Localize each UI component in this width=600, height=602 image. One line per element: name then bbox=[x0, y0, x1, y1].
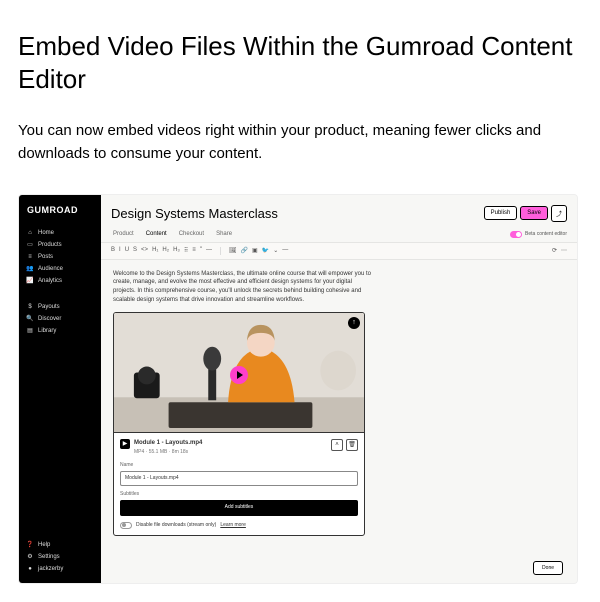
sidebar-item-label: Payouts bbox=[38, 304, 60, 310]
products-icon: ▭ bbox=[27, 242, 33, 248]
sidebar-item-label: jackzerby bbox=[38, 566, 63, 572]
sidebar-item-label: Settings bbox=[38, 554, 60, 560]
h1-button[interactable]: H₁ bbox=[152, 247, 158, 254]
video-meta: ▶ Module 1 - Layouts.mp4 MP4 · 55.1 MB ·… bbox=[114, 433, 364, 535]
sidebar-item-label: Home bbox=[38, 230, 54, 236]
sidebar-item-products[interactable]: ▭ Products bbox=[19, 239, 101, 251]
link-button[interactable]: 🔗 bbox=[241, 247, 248, 254]
page-title: Design Systems Masterclass bbox=[111, 206, 278, 221]
undo-button[interactable]: ⟳ bbox=[552, 247, 557, 254]
italic-button[interactable]: I bbox=[119, 247, 121, 254]
beta-toggle[interactable] bbox=[510, 231, 522, 238]
quote-button[interactable]: " bbox=[200, 247, 202, 254]
strike-button[interactable]: S bbox=[133, 247, 137, 254]
header-actions: Publish Save ⤴ bbox=[484, 205, 567, 222]
sidebar: GUMROAD ⌂ Home ▭ Products ≡ Posts 👥 Audience… bbox=[19, 195, 101, 583]
main-header: Design Systems Masterclass Publish Save … bbox=[101, 195, 577, 228]
sidebar-item-help[interactable]: ❓ Help bbox=[19, 539, 101, 551]
main: Design Systems Masterclass Publish Save … bbox=[101, 195, 577, 583]
content-wrap: Welcome to the Design Systems Masterclas… bbox=[101, 260, 577, 583]
posts-icon: ≡ bbox=[27, 254, 33, 260]
ordered-list-button[interactable]: ≡ bbox=[192, 247, 196, 254]
editor-toolbar: B I U S <> H₁ H₂ H₃ ⠿ ≡ " — 🖼 🔗 ▣ 🐦 ⌄ — bbox=[101, 242, 577, 260]
sidebar-item-payouts[interactable]: $ Payouts bbox=[19, 301, 101, 313]
video-embed-card: ↑ ▶ Module 1 - Layouts.mp4 MP4 · 55.1 MB… bbox=[113, 312, 365, 536]
beta-toggle-row: Beta content editor bbox=[101, 231, 577, 242]
nav-primary: ⌂ Home ▭ Products ≡ Posts 👥 Audience 📈 Analyt… bbox=[19, 225, 101, 289]
discover-icon: 🔍 bbox=[27, 316, 33, 322]
add-subtitles-button[interactable]: Add subtitles bbox=[120, 500, 358, 515]
beta-label: Beta content editor bbox=[525, 231, 567, 237]
settings-icon: ⚙ bbox=[27, 554, 33, 560]
app-screenshot: GUMROAD ⌂ Home ▭ Products ≡ Posts 👥 Audience… bbox=[18, 194, 578, 584]
analytics-icon: 📈 bbox=[27, 278, 33, 284]
twitter-button[interactable]: 🐦 bbox=[262, 247, 269, 254]
sidebar-item-label: Library bbox=[38, 328, 56, 334]
underline-button[interactable]: U bbox=[125, 247, 129, 254]
embed-button[interactable]: ▣ bbox=[252, 247, 258, 254]
h3-button[interactable]: H₃ bbox=[173, 247, 180, 254]
more-button[interactable]: ⋯ bbox=[561, 247, 567, 254]
video-name-input[interactable]: Module 1 - Layouts.mp4 bbox=[120, 471, 358, 486]
sidebar-item-posts[interactable]: ≡ Posts bbox=[19, 251, 101, 263]
list-button[interactable]: ⠿ bbox=[184, 247, 188, 254]
video-file-icon: ▶ bbox=[120, 439, 130, 449]
learn-more-link[interactable]: Learn more bbox=[220, 522, 246, 529]
hr-button[interactable]: — bbox=[206, 247, 212, 254]
article-body: You can now embed videos right within yo… bbox=[18, 119, 582, 166]
sidebar-item-label: Audience bbox=[38, 266, 63, 272]
intro-text: Welcome to the Design Systems Masterclas… bbox=[113, 270, 373, 305]
sidebar-item-label: Products bbox=[38, 242, 62, 248]
nav-secondary: $ Payouts 🔍 Discover ▤ Library bbox=[19, 299, 101, 339]
sidebar-item-library[interactable]: ▤ Library bbox=[19, 325, 101, 337]
delete-button[interactable]: 🗑 bbox=[346, 439, 358, 451]
library-icon: ▤ bbox=[27, 328, 33, 334]
logo: GUMROAD bbox=[19, 203, 101, 225]
sidebar-item-label: Analytics bbox=[38, 278, 62, 284]
bold-button[interactable]: B bbox=[111, 247, 115, 254]
disable-download-toggle[interactable] bbox=[120, 522, 132, 529]
sidebar-item-audience[interactable]: 👥 Audience bbox=[19, 263, 101, 275]
name-label: Name bbox=[120, 462, 358, 469]
audience-icon: 👥 bbox=[27, 266, 33, 272]
done-button[interactable]: Done bbox=[533, 561, 563, 575]
code-button[interactable]: <> bbox=[141, 247, 148, 254]
help-icon: ❓ bbox=[27, 542, 33, 548]
image-button[interactable]: 🖼 bbox=[229, 247, 237, 254]
sidebar-item-settings[interactable]: ⚙ Settings bbox=[19, 551, 101, 563]
sidebar-item-discover[interactable]: 🔍 Discover bbox=[19, 313, 101, 325]
payouts-icon: $ bbox=[27, 304, 33, 310]
publish-button[interactable]: Publish bbox=[484, 206, 518, 220]
video-filename: Module 1 - Layouts.mp4 bbox=[134, 439, 202, 448]
home-icon: ⌂ bbox=[27, 230, 33, 236]
nav-footer: ❓ Help ⚙ Settings ● jackzerby bbox=[19, 537, 101, 577]
sidebar-item-analytics[interactable]: 📈 Analytics bbox=[19, 275, 101, 287]
sidebar-item-label: Posts bbox=[38, 254, 53, 260]
avatar-icon: ● bbox=[27, 566, 33, 572]
save-button[interactable]: Save bbox=[520, 206, 548, 220]
subtitles-label: Subtitles bbox=[120, 491, 358, 498]
collapse-button[interactable]: ˄ bbox=[331, 439, 343, 451]
export-button[interactable]: ⤴ bbox=[551, 205, 567, 222]
disable-download-label: Disable file downloads (stream only) bbox=[136, 522, 216, 529]
play-button[interactable] bbox=[230, 366, 248, 384]
sidebar-item-label: Help bbox=[38, 542, 50, 548]
h2-button[interactable]: H₂ bbox=[162, 247, 169, 254]
article-title: Embed Video Files Within the Gumroad Con… bbox=[18, 30, 582, 95]
sidebar-item-label: Discover bbox=[38, 316, 61, 322]
dropdown-button[interactable]: ⌄ bbox=[273, 247, 278, 254]
video-thumbnail[interactable]: ↑ bbox=[114, 313, 364, 433]
divider-button[interactable]: — bbox=[282, 247, 288, 254]
sidebar-item-user[interactable]: ● jackzerby bbox=[19, 563, 101, 575]
content-area[interactable]: Welcome to the Design Systems Masterclas… bbox=[101, 260, 577, 546]
video-file-meta: MP4 · 55.1 MB · 8m 18s bbox=[134, 449, 188, 455]
sidebar-item-home[interactable]: ⌂ Home bbox=[19, 227, 101, 239]
